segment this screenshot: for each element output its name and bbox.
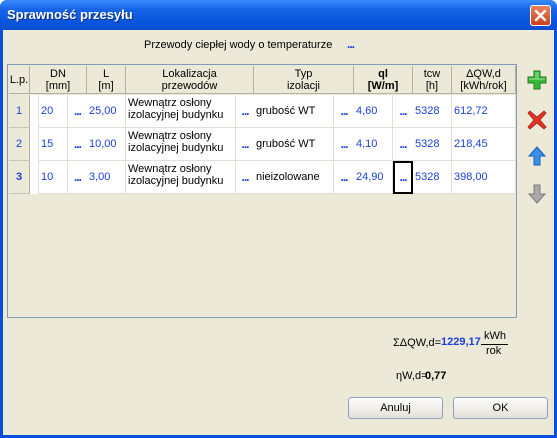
- dn-picker-button[interactable]: ...: [68, 161, 87, 194]
- header-dn: DN [mm]: [30, 66, 87, 94]
- table-cell-location[interactable]: Wewnątrz osłony izolacyjnej budynku: [126, 95, 236, 128]
- move-down-button[interactable]: [525, 182, 549, 206]
- arrow-up-icon: [528, 146, 546, 166]
- arrow-down-icon: [528, 184, 546, 204]
- dn-picker-button[interactable]: ...: [68, 95, 87, 128]
- header-insulation: Typ izolacji: [254, 66, 354, 94]
- insulation-picker-button[interactable]: ...: [334, 128, 354, 161]
- row-selector-strip: [30, 95, 39, 194]
- unit-numerator: kWh: [484, 330, 506, 342]
- window-title: Sprawność przesyłu: [7, 7, 133, 22]
- table-cell-insulation[interactable]: nieizolowane: [254, 161, 334, 194]
- header-ql: ql [W/m]: [354, 66, 413, 94]
- table-cell-dq[interactable]: 218,45: [452, 128, 516, 161]
- location-picker-button[interactable]: ...: [236, 128, 254, 161]
- header-location: Lokalizacja przewodów: [126, 66, 254, 94]
- header-dq: ΔQW,d [kWh/rok]: [452, 66, 516, 94]
- table-cell-location[interactable]: Wewnątrz osłony izolacyjnej budynku: [126, 161, 236, 194]
- table-cell-location[interactable]: Wewnątrz osłony izolacyjnej budynku: [126, 128, 236, 161]
- table-cell-dn[interactable]: 10: [39, 161, 68, 194]
- header-length: L [m]: [87, 66, 126, 94]
- table-cell-tcw[interactable]: 5328: [413, 161, 452, 194]
- header-lp: L.p.: [9, 66, 30, 94]
- row-number[interactable]: 3: [9, 161, 30, 194]
- insulation-picker-button[interactable]: ...: [334, 161, 354, 194]
- table-cell-dq[interactable]: 612,72: [452, 95, 516, 128]
- dialog-content: Przewody ciepłej wody o temperaturze ...…: [3, 30, 554, 435]
- table-cell-dn[interactable]: 15: [39, 128, 68, 161]
- efficiency-label: ηW,d=: [396, 370, 428, 382]
- ql-picker-button[interactable]: ...: [393, 95, 413, 128]
- table-cell-tcw[interactable]: 5328: [413, 128, 452, 161]
- header-tcw: tcw [h]: [413, 66, 452, 94]
- cancel-button[interactable]: Anuluj: [348, 397, 443, 419]
- table-cell-dn[interactable]: 20: [39, 95, 68, 128]
- unit-denominator: rok: [486, 345, 502, 357]
- add-row-button[interactable]: [525, 68, 549, 92]
- efficiency-value: 0,77: [425, 370, 447, 382]
- location-picker-button[interactable]: ...: [236, 161, 254, 194]
- table-cell-insulation[interactable]: grubość WT: [254, 95, 334, 128]
- table-cell-insulation[interactable]: grubość WT: [254, 128, 334, 161]
- table-cell-ql[interactable]: 4,10: [354, 128, 393, 161]
- pipes-grid: L.p. DN [mm] L [m] Lokalizacja przewodów…: [7, 64, 517, 318]
- close-button[interactable]: [530, 5, 551, 26]
- row-number[interactable]: 1: [9, 95, 30, 128]
- insulation-picker-button[interactable]: ...: [334, 95, 354, 128]
- table-cell-ql[interactable]: 4,60: [354, 95, 393, 128]
- temperature-picker-button[interactable]: ...: [347, 37, 355, 51]
- move-up-button[interactable]: [525, 144, 549, 168]
- table-cell-length[interactable]: 10,00: [87, 128, 126, 161]
- delete-row-button[interactable]: [525, 108, 549, 132]
- ok-button[interactable]: OK: [453, 397, 548, 419]
- location-picker-button[interactable]: ...: [236, 95, 254, 128]
- x-icon: [527, 110, 547, 130]
- sum-value: 1229,17: [441, 336, 481, 348]
- table-cell-length[interactable]: 3,00: [87, 161, 126, 194]
- dn-picker-button[interactable]: ...: [68, 128, 87, 161]
- plus-icon: [527, 70, 547, 90]
- table-cell-tcw[interactable]: 5328: [413, 95, 452, 128]
- row-number[interactable]: 2: [9, 128, 30, 161]
- temperature-label: Przewody ciepłej wody o temperaturze: [144, 39, 333, 51]
- dialog-window: Sprawność przesyłu Przewody ciepłej wody…: [0, 0, 557, 438]
- close-icon: [534, 9, 547, 22]
- table-cell-ql[interactable]: 24,90: [354, 161, 393, 194]
- ql-picker-button[interactable]: ...: [393, 161, 413, 194]
- ql-picker-button[interactable]: ...: [393, 128, 413, 161]
- title-bar[interactable]: Sprawność przesyłu: [0, 0, 557, 30]
- sum-label: ΣΔQW,d=: [393, 337, 442, 349]
- table-cell-dq[interactable]: 398,00: [452, 161, 516, 194]
- table-cell-length[interactable]: 25,00: [87, 95, 126, 128]
